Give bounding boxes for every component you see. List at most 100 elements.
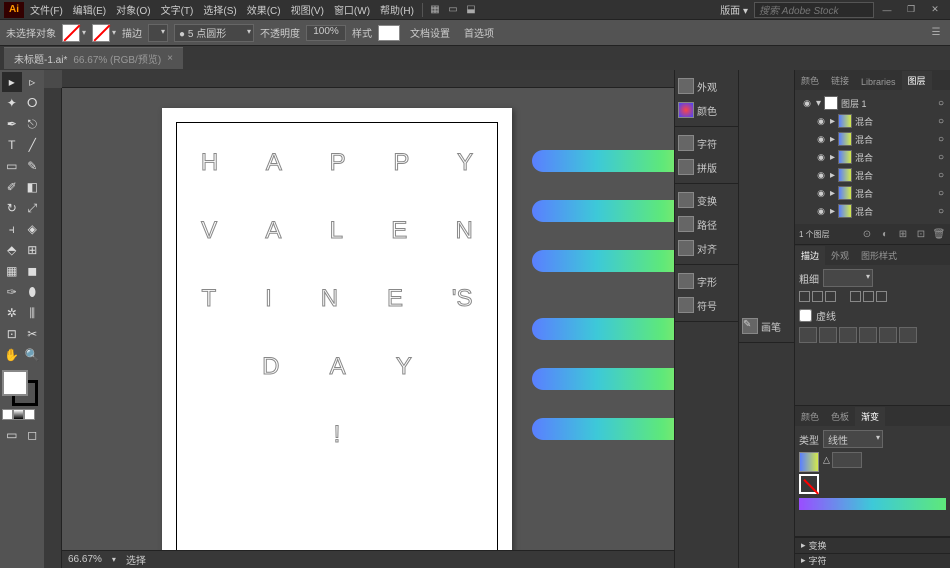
menu-object[interactable]: 对象(O)	[112, 0, 154, 19]
artboard-tool[interactable]: ⊡	[2, 324, 22, 344]
minimize-button[interactable]: —	[876, 3, 898, 17]
workspace-switcher[interactable]: 版面 ▾	[716, 0, 752, 19]
dock-color[interactable]: 颜色	[675, 98, 738, 122]
none-mode[interactable]	[24, 409, 35, 420]
zoom-level[interactable]: 66.67%	[68, 554, 102, 565]
screen-mode[interactable]: ▭	[2, 425, 22, 445]
layer-row[interactable]: ◉▸混合○	[799, 130, 946, 148]
doc-setup-button[interactable]: 文档设置	[406, 23, 454, 42]
gradient-stroke-swatch[interactable]	[799, 474, 819, 494]
graph-tool[interactable]: ⫼	[23, 303, 43, 323]
new-sublayer-icon[interactable]: ⊞	[896, 227, 910, 241]
dock-align[interactable]: 对齐	[675, 236, 738, 260]
type-tool[interactable]: T	[2, 135, 22, 155]
width-tool[interactable]: ⫞	[2, 219, 22, 239]
line-tool[interactable]: ╱	[23, 135, 43, 155]
dash-input[interactable]	[799, 327, 817, 343]
layer-row[interactable]: ◉▸混合○	[799, 184, 946, 202]
arrange-icon[interactable]: ▭	[445, 2, 461, 18]
mask-icon[interactable]: ◐	[878, 227, 892, 241]
style-swatch[interactable]	[378, 25, 400, 41]
fill-swatch[interactable]	[62, 24, 80, 42]
mesh-tool[interactable]: ▦	[2, 261, 22, 281]
new-layer-icon[interactable]: ⊡	[914, 227, 928, 241]
angle-input[interactable]	[832, 452, 862, 468]
magic-wand-tool[interactable]: ✦	[2, 93, 22, 113]
tab-swatches[interactable]: 色板	[825, 407, 855, 426]
menu-window[interactable]: 窗口(W)	[330, 0, 374, 19]
dash-input[interactable]	[879, 327, 897, 343]
paintbrush-tool[interactable]: ✎	[23, 156, 43, 176]
rectangle-tool[interactable]: ▭	[2, 156, 22, 176]
transform-panel-collapsed[interactable]: 变换	[795, 537, 950, 553]
pen-tool[interactable]: ✒	[2, 114, 22, 134]
screen-mode-2[interactable]: ◻	[23, 425, 43, 445]
gap-input[interactable]	[819, 327, 837, 343]
horizontal-ruler[interactable]	[62, 70, 674, 88]
bridge-icon[interactable]: ▦	[427, 2, 443, 18]
tab-layers[interactable]: 图层	[902, 71, 932, 90]
blend-tool[interactable]: ⬮	[23, 282, 43, 302]
hand-tool[interactable]: ✋	[2, 345, 22, 365]
shape-builder-tool[interactable]: ⬘	[2, 240, 22, 260]
join-miter[interactable]	[850, 291, 861, 302]
rotate-tool[interactable]: ↻	[2, 198, 22, 218]
gradient-slider[interactable]	[799, 498, 946, 510]
stroke-swatch[interactable]	[92, 24, 110, 42]
document-tab[interactable]: 未标题-1.ai* 66.67% (RGB/预览) ×	[4, 47, 183, 69]
menu-edit[interactable]: 编辑(E)	[69, 0, 110, 19]
join-bevel[interactable]	[876, 291, 887, 302]
close-button[interactable]: ✕	[924, 3, 946, 17]
dock-appearance[interactable]: 外观	[675, 74, 738, 98]
gradient-mode[interactable]	[13, 409, 24, 420]
layer-row[interactable]: ◉▸混合○	[799, 148, 946, 166]
dashed-checkbox[interactable]	[799, 309, 812, 322]
dock-transform[interactable]: 变换	[675, 188, 738, 212]
gap-input[interactable]	[899, 327, 917, 343]
gpu-icon[interactable]: ⬓	[463, 2, 479, 18]
menu-type[interactable]: 文字(T)	[157, 0, 198, 19]
weight-input[interactable]	[823, 269, 873, 287]
lasso-tool[interactable]: ⵔ	[23, 93, 43, 113]
gradient-tool[interactable]: ◼	[23, 261, 43, 281]
gradient-fill-swatch[interactable]	[799, 452, 819, 472]
tab-appearance[interactable]: 外观	[825, 246, 855, 265]
locate-icon[interactable]: ⊙	[860, 227, 874, 241]
layer-row-parent[interactable]: ◉▾图层 1○	[799, 94, 946, 112]
maximize-button[interactable]: ❐	[900, 3, 922, 17]
curvature-tool[interactable]: ⎋	[23, 114, 43, 134]
stroke-weight-input[interactable]	[148, 24, 168, 42]
fill-color[interactable]	[2, 370, 28, 396]
eraser-tool[interactable]: ◧	[23, 177, 43, 197]
scale-tool[interactable]: ⤢	[23, 198, 43, 218]
dock-glyphs[interactable]: 字形	[675, 269, 738, 293]
prefs-button[interactable]: 首选项	[460, 23, 498, 42]
menu-view[interactable]: 视图(V)	[287, 0, 328, 19]
zoom-tool[interactable]: 🔍	[23, 345, 43, 365]
vertical-ruler[interactable]	[44, 88, 62, 568]
dock-paragraph[interactable]: 拼版	[675, 155, 738, 179]
perspective-tool[interactable]: ⊞	[23, 240, 43, 260]
tab-color[interactable]: 颜色	[795, 71, 825, 90]
tab-links[interactable]: 链接	[825, 71, 855, 90]
layer-row[interactable]: ◉▸混合○	[799, 166, 946, 184]
opacity-input[interactable]: 100%	[306, 25, 346, 41]
slice-tool[interactable]: ✂	[23, 324, 43, 344]
cap-butt[interactable]	[799, 291, 810, 302]
shaper-tool[interactable]: ✐	[2, 177, 22, 197]
free-transform-tool[interactable]: ◈	[23, 219, 43, 239]
close-tab-icon[interactable]: ×	[167, 53, 173, 64]
tab-color[interactable]: 颜色	[795, 407, 825, 426]
selection-tool[interactable]: ▸	[2, 72, 22, 92]
menu-select[interactable]: 选择(S)	[199, 0, 240, 19]
join-round[interactable]	[863, 291, 874, 302]
gap-input[interactable]	[859, 327, 877, 343]
dock-pathfinder[interactable]: 路径	[675, 212, 738, 236]
symbol-sprayer-tool[interactable]: ✲	[2, 303, 22, 323]
menu-effect[interactable]: 效果(C)	[243, 0, 285, 19]
search-input[interactable]: 搜索 Adobe Stock	[754, 2, 874, 18]
layer-row[interactable]: ◉▸混合○	[799, 202, 946, 220]
fill-stroke-indicator[interactable]	[2, 370, 38, 406]
gradient-type-dropdown[interactable]: 线性	[823, 430, 883, 448]
direct-selection-tool[interactable]: ▹	[23, 72, 43, 92]
